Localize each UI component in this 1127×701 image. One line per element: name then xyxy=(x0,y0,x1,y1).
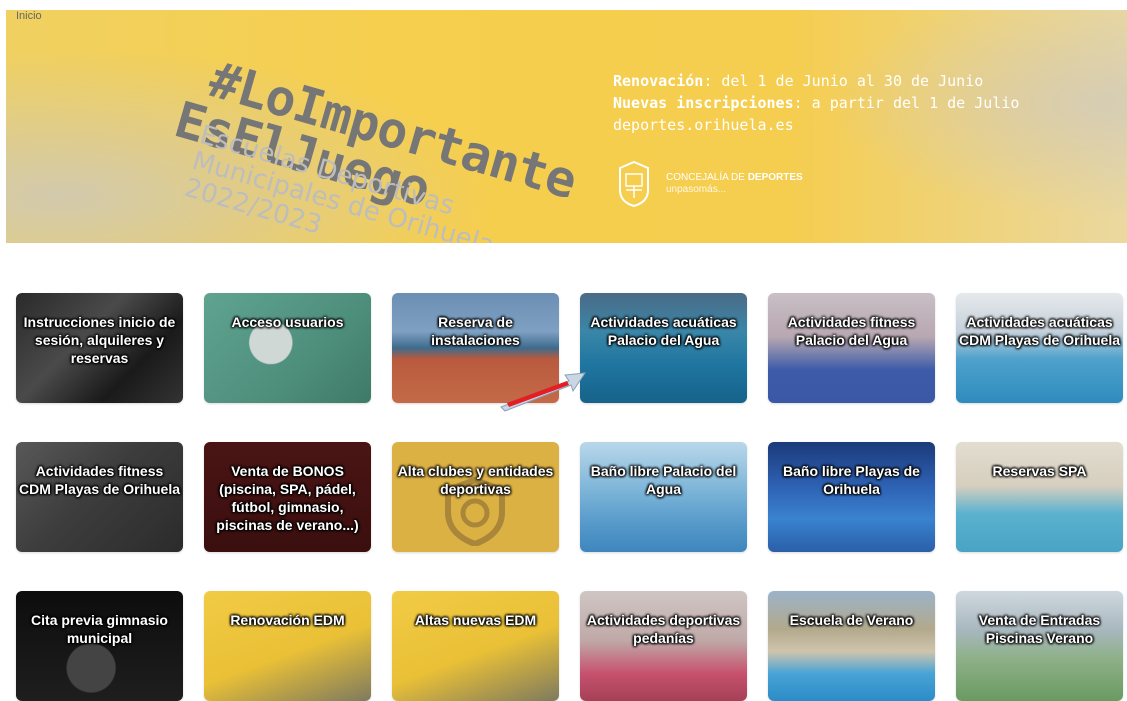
tile-label: Actividades fitness CDM Playas de Orihue… xyxy=(18,463,181,497)
tile-acceso-usuarios[interactable]: Acceso usuarios xyxy=(204,293,371,403)
tile-label: Reserva de instalaciones xyxy=(431,314,520,348)
renovacion-text: : del 1 de Junio al 30 de Junio xyxy=(703,72,984,90)
tile-label: Venta de Entradas Piscinas Verano xyxy=(978,612,1101,646)
tile-label: Renovación EDM xyxy=(230,612,345,628)
tile-label: Reservas SPA xyxy=(992,463,1087,479)
tile-label: Escuela de Verano xyxy=(789,612,914,628)
services-grid: Instrucciones inicio de sesión, alquiler… xyxy=(16,293,1123,701)
tile-acuaticas-playas[interactable]: Actividades acuáticas CDM Playas de Orih… xyxy=(956,293,1123,403)
concejalia-logo-block: CONCEJALÍA DE DEPORTES unpasomás... xyxy=(612,160,803,208)
inscripciones-text: : a partir del 1 de Julio xyxy=(793,94,1020,112)
tile-acuaticas-palacio[interactable]: Actividades acuáticas Palacio del Agua xyxy=(580,293,747,403)
tile-actividades-pedanias[interactable]: Actividades deportivas pedanías xyxy=(580,591,747,701)
tile-renovacion-edm[interactable]: Renovación EDM xyxy=(204,591,371,701)
concejalia-sub: unpasomás... xyxy=(666,184,727,195)
tile-bano-libre-playas[interactable]: Baño libre Playas de Orihuela xyxy=(768,442,935,552)
tile-label: Alta clubes y entidades deportivas xyxy=(397,463,554,497)
tile-bano-libre-palacio[interactable]: Baño libre Palacio del Agua xyxy=(580,442,747,552)
concejalia-prefix: CONCEJALÍA DE xyxy=(666,172,748,183)
website-text: deportes.orihuela.es xyxy=(613,116,794,134)
tile-venta-bonos[interactable]: Venta de BONOS (piscina, SPA, pádel, fút… xyxy=(204,442,371,552)
tile-altas-edm[interactable]: Altas nuevas EDM xyxy=(392,591,559,701)
tile-reservas-spa[interactable]: Reservas SPA xyxy=(956,442,1123,552)
banner-info: Renovación: del 1 de Junio al 30 de Juni… xyxy=(613,70,1019,136)
tile-label: Actividades acuáticas Palacio del Agua xyxy=(590,314,737,348)
red-arrow-icon xyxy=(500,372,587,412)
tile-label: Actividades fitness Palacio del Agua xyxy=(787,314,916,348)
tile-label: Altas nuevas EDM xyxy=(414,612,537,628)
tile-fitness-playas[interactable]: Actividades fitness CDM Playas de Orihue… xyxy=(16,442,183,552)
tile-alta-clubes[interactable]: Alta clubes y entidades deportivas xyxy=(392,442,559,552)
tile-label: Venta de BONOS (piscina, SPA, pádel, fút… xyxy=(216,463,359,533)
tile-label: Baño libre Playas de Orihuela xyxy=(783,463,920,497)
tile-label: Instrucciones inicio de sesión, alquiler… xyxy=(23,314,176,366)
breadcrumb[interactable]: Inicio xyxy=(16,10,42,22)
tile-label: Acceso usuarios xyxy=(231,314,344,330)
tile-entradas-piscinas[interactable]: Venta de Entradas Piscinas Verano xyxy=(956,591,1123,701)
tile-cita-gimnasio[interactable]: Cita previa gimnasio municipal xyxy=(16,591,183,701)
orihuela-crest-icon xyxy=(619,160,649,208)
concejalia-text: CONCEJALÍA DE DEPORTES unpasomás... xyxy=(666,172,803,196)
hero-banner: #LoImportante EsElJuego Escuelas Deporti… xyxy=(6,10,1127,243)
tile-instrucciones[interactable]: Instrucciones inicio de sesión, alquiler… xyxy=(16,293,183,403)
renovacion-label: Renovación xyxy=(613,72,704,90)
tile-label: Actividades acuáticas CDM Playas de Orih… xyxy=(958,314,1121,348)
tile-label: Actividades deportivas pedanías xyxy=(586,612,741,646)
tile-label: Baño libre Palacio del Agua xyxy=(590,463,737,497)
tile-escuela-verano[interactable]: Escuela de Verano xyxy=(768,591,935,701)
tile-label: Cita previa gimnasio municipal xyxy=(31,612,168,646)
concejalia-strong: DEPORTES xyxy=(747,172,803,183)
inscripciones-label: Nuevas inscripciones xyxy=(613,94,794,112)
tile-fitness-palacio[interactable]: Actividades fitness Palacio del Agua xyxy=(768,293,935,403)
